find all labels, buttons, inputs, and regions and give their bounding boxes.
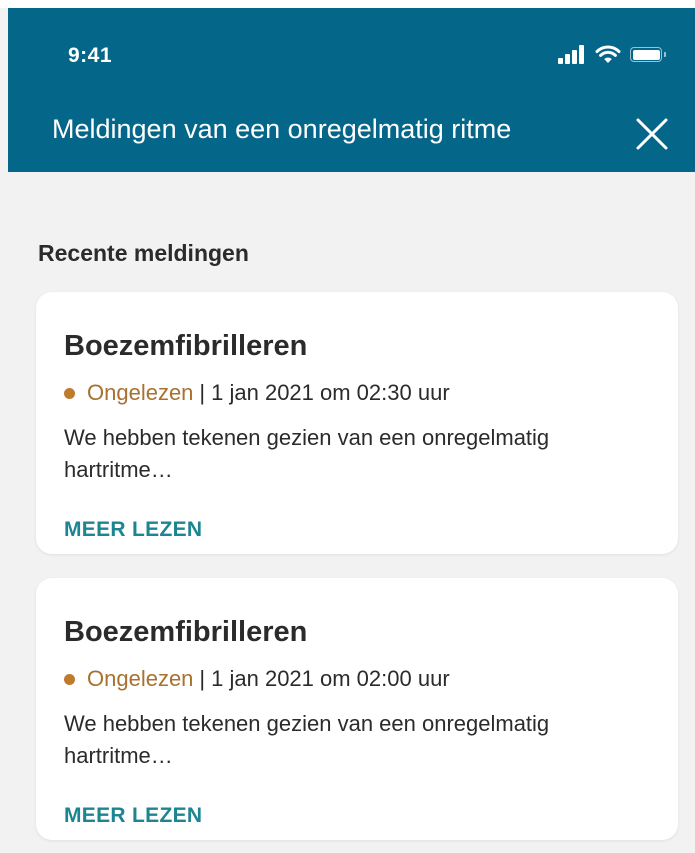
notification-body: We hebben tekenen gezien van een onregel…	[64, 425, 550, 482]
unread-status: Ongelezen	[87, 380, 194, 405]
close-icon	[636, 118, 668, 150]
top-edge	[0, 0, 695, 8]
unread-status: Ongelezen	[87, 666, 194, 691]
notification-meta: Ongelezen | 1 jan 2021 om 02:00 uur	[64, 666, 450, 692]
status-icons	[558, 44, 688, 70]
signal-icon	[558, 44, 588, 64]
close-button[interactable]	[630, 112, 674, 156]
meta-separator: |	[199, 666, 206, 691]
section-heading: Recente meldingen	[38, 240, 249, 266]
notification-title: Boezemfibrilleren	[64, 330, 308, 362]
read-more-link[interactable]: MEER LEZEN	[64, 804, 202, 828]
battery-icon	[630, 47, 668, 63]
notification-datetime: 1 jan 2021 om 02:30 uur	[211, 380, 450, 405]
wifi-icon	[595, 45, 621, 63]
read-more-link[interactable]: MEER LEZEN	[64, 518, 202, 542]
notification-body: We hebben tekenen gezien van een onregel…	[64, 711, 550, 768]
notification-card[interactable]: Boezemfibrilleren Ongelezen | 1 jan 2021…	[36, 578, 678, 840]
app-header: 9:41 Meldingen van een onregelmatig ritm…	[8, 8, 695, 172]
notification-meta: Ongelezen | 1 jan 2021 om 02:30 uur	[64, 380, 450, 406]
page-title: Meldingen van een onregelmatig ritme	[52, 114, 512, 144]
notification-title: Boezemfibrilleren	[64, 616, 308, 648]
status-time: 9:41	[68, 44, 113, 67]
notification-datetime: 1 jan 2021 om 02:00 uur	[211, 666, 450, 691]
notification-card[interactable]: Boezemfibrilleren Ongelezen | 1 jan 2021…	[36, 292, 678, 554]
meta-separator: |	[199, 380, 206, 405]
unread-dot-icon	[64, 387, 75, 399]
unread-dot-icon	[64, 673, 75, 685]
